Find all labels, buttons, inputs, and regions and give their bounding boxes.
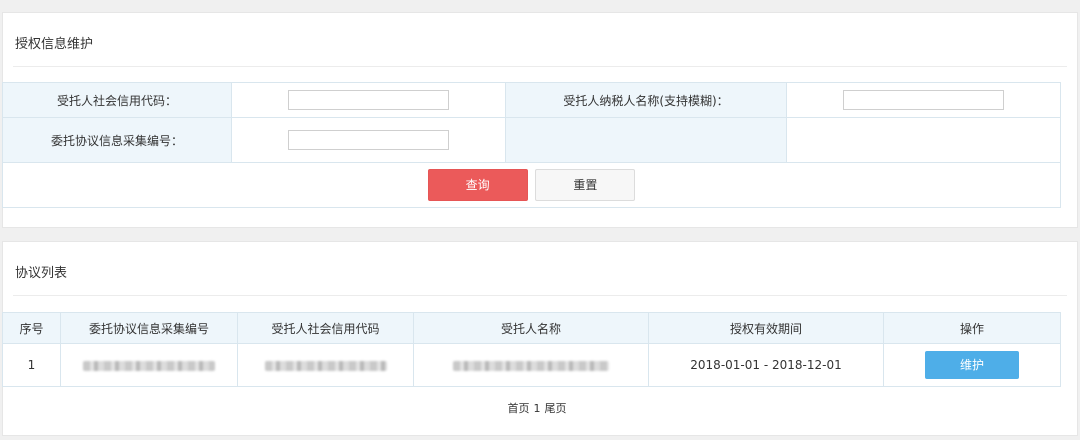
pagination-first[interactable]: 首页 [508,402,530,415]
column-header-agreement-no: 委托协议信息采集编号 [60,312,238,344]
pagination-current-page[interactable]: 1 [534,402,541,415]
button-row: 查询 重置 [2,162,1061,208]
table-row: 1 2018-01-01 - 2018-12-01 维护 [2,343,1061,387]
credit-code-label: 受托人社会信用代码： [2,82,232,118]
column-header-valid-period: 授权有效期间 [648,312,884,344]
row-valid-period: 2018-01-01 - 2018-12-01 [648,343,884,387]
maintain-button[interactable]: 维护 [925,351,1019,379]
pagination-last[interactable]: 尾页 [545,402,567,415]
agreement-no-cell [231,117,506,163]
row-index: 1 [2,343,61,387]
reset-button[interactable]: 重置 [535,169,636,201]
column-header-credit-code: 受托人社会信用代码 [237,312,414,344]
agreement-table: 序号 委托协议信息采集编号 受托人社会信用代码 受托人名称 授权有效期间 操作 … [2,312,1061,387]
row-credit-code-redacted [237,343,414,387]
taxpayer-name-input[interactable] [843,90,1004,110]
credit-code-input[interactable] [288,90,449,110]
redacted-agreement-no [83,360,215,371]
list-panel-title: 协议列表 [15,266,68,281]
row-trustee-name-redacted [413,343,649,387]
search-panel-title: 授权信息维护 [15,37,94,52]
table-header-row: 序号 委托协议信息采集编号 受托人社会信用代码 受托人名称 授权有效期间 操作 [2,312,1061,344]
row-action-cell: 维护 [883,343,1061,387]
pagination: 首页 1 尾页 [0,400,1074,416]
taxpayer-name-cell [786,82,1061,118]
agreement-no-label: 委托协议信息采集编号： [2,117,232,163]
search-panel-divider [13,66,1067,67]
empty-value-cell [786,117,1061,163]
column-header-trustee-name: 受托人名称 [413,312,649,344]
query-button[interactable]: 查询 [427,169,528,201]
taxpayer-name-label: 受托人纳税人名称(支持模糊)： [505,82,787,118]
redacted-trustee-name [453,360,609,371]
column-header-action: 操作 [883,312,1061,344]
list-panel-divider [13,295,1067,296]
empty-label-cell [505,117,787,163]
agreement-no-input[interactable] [288,130,449,150]
column-header-index: 序号 [2,312,61,344]
redacted-credit-code [264,360,387,371]
credit-code-cell [231,82,506,118]
row-agreement-no-redacted [60,343,238,387]
search-form: 受托人社会信用代码： 受托人纳税人名称(支持模糊)： 委托协议信息采集编号： 查… [2,82,1061,208]
